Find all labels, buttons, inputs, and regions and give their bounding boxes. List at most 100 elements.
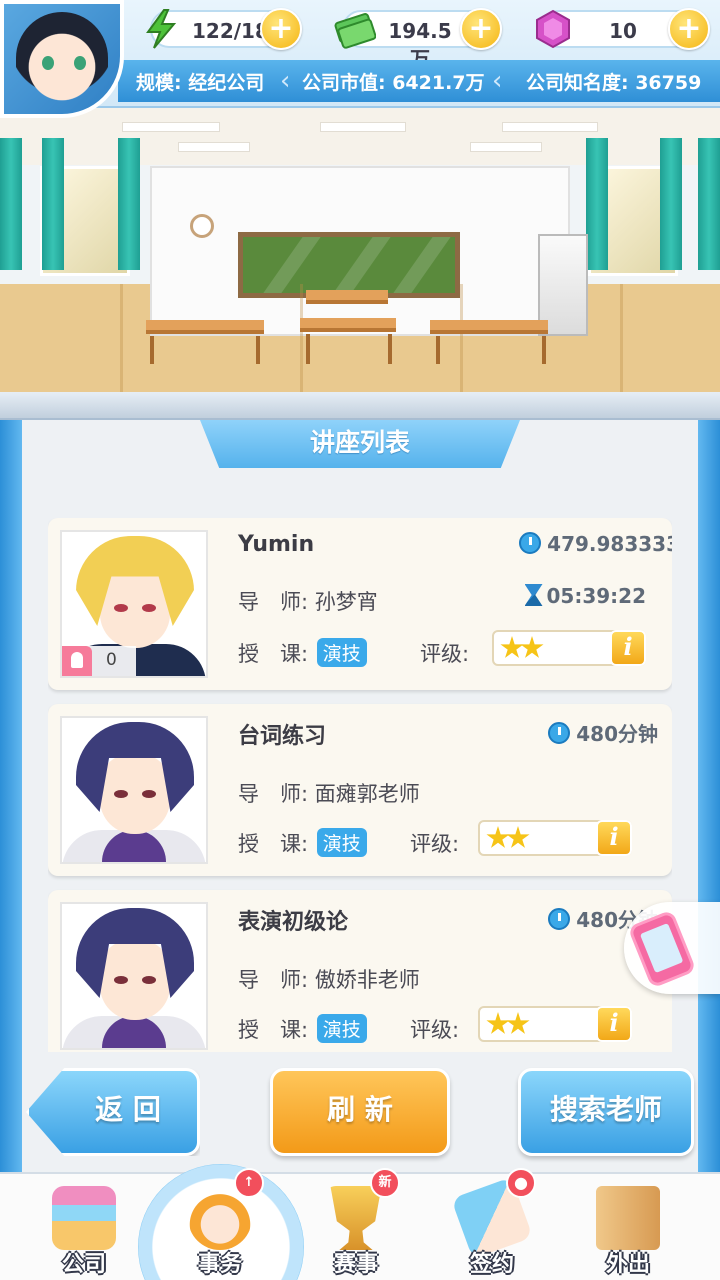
floor-line [460,284,463,392]
lecture-name: 台词练习 [238,724,327,749]
subject-tag: 演技 [316,638,367,667]
stamina-icon [146,9,177,49]
company-building-icon [52,1186,116,1250]
portrait-eye [142,604,156,612]
nav-label: 事务 [197,1252,242,1277]
star-icon [520,636,544,658]
info-button[interactable]: i [596,1006,632,1042]
avatar-face [16,12,108,112]
refresh-button[interactable]: 刷 新 [270,1068,450,1156]
teacher-name: 孙梦宵 [314,590,378,614]
duration-text: 480分钟 [576,722,658,746]
rating-label: 评级: [410,832,460,856]
teacher-row: 导 师: 傲娇非老师 [238,964,420,994]
star-icon [486,826,510,848]
money-icon [334,13,376,49]
teacher-portrait [60,716,208,864]
add-stamina-button[interactable]: + [260,8,302,50]
student-desk [300,318,396,332]
stat-divider: ‹ [280,66,291,96]
curtain [698,138,720,270]
company-fame: 公司知名度: 36759 [526,72,702,94]
lecture-card[interactable]: 表演初级论 480分钟 导 师: 傲娇非老师 授 课: 演技 评级: i [48,890,672,1052]
panel-side [0,420,22,1172]
avatar-eye [42,56,54,70]
subject-row: 授 课: 演技 [238,828,367,858]
like-counter: 0 [62,646,136,676]
nav-contract[interactable]: ● 签约 [432,1168,552,1280]
floor-line [300,284,303,392]
info-button[interactable]: i [596,820,632,856]
duration-text: 479.983333 [547,532,672,556]
gem-icon [536,9,570,49]
like-count: 0 [106,650,117,670]
gem-value: 10 [609,19,637,43]
add-gem-button[interactable]: + [668,8,710,50]
lecture-card[interactable]: 0 Yumin 479.983333 05:39:22 导 师: 孙梦宵 授 课… [48,518,672,690]
money-resource: 194.5万 + [334,8,502,71]
add-money-button[interactable]: + [460,8,502,50]
ceiling-light [122,122,220,132]
ceiling-light [470,142,542,152]
teacher-label: 导 师: [238,968,309,992]
portrait-eye [142,976,156,984]
phone-icon [627,909,697,989]
gem-resource: 10 + [536,8,710,50]
user-icon [62,646,92,676]
nav-label: 外出 [605,1252,650,1277]
stat-divider: ‹ [492,66,503,96]
wall-clock [190,214,214,238]
teacher-row: 导 师: 孙梦宵 [238,586,378,616]
ceiling-light [320,122,406,132]
rating-bar: i [478,1006,632,1042]
subject-tag: 演技 [316,1014,367,1043]
portrait-eye [142,790,156,798]
nav-label: 签约 [469,1252,514,1277]
rating-label: 评级: [410,1018,460,1042]
alarm-clock-icon [548,908,571,930]
subject-tag: 演技 [316,828,367,857]
alarm-clock-icon [548,722,571,744]
info-button[interactable]: i [610,630,646,666]
rating-bar: i [478,820,632,856]
teacher-name: 傲娇非老师 [314,968,420,992]
subject-label: 授 课: [238,1018,309,1042]
nav-outing[interactable]: 外出 [568,1174,688,1280]
curtain [0,138,22,270]
curtain [42,138,64,270]
teacher-desk [306,290,388,304]
search-teacher-button[interactable]: 搜索老师 [518,1068,694,1156]
desk-leg [150,336,154,364]
lecture-list[interactable]: 0 Yumin 479.983333 05:39:22 导 师: 孙梦宵 授 课… [48,518,672,1052]
door-exit-icon [596,1186,660,1250]
company-stats-bar: 规模: 经纪公司 ‹ 公司市值: 6421.7万 ‹ 公司知名度: 36759 [118,60,720,102]
nav-affairs[interactable]: ↑ 事务 [160,1168,280,1280]
teacher-name: 面瘫郭老师 [314,782,420,806]
subject-row: 授 课: 演技 [238,1014,367,1044]
lecture-card[interactable]: 台词练习 480分钟 导 师: 面瘫郭老师 授 课: 演技 评级: i [48,704,672,876]
bottom-nav: 公司 ↑ 事务 新 赛事 ● 签约 外出 [0,1164,720,1280]
desk-leg [436,336,440,364]
portrait-eye [114,790,128,798]
phone-shortcut-button[interactable] [624,902,720,994]
subject-row: 授 课: 演技 [238,638,367,668]
desk-leg [306,334,310,364]
lecture-duration: 479.983333 [519,532,672,556]
nav-events[interactable]: 新 赛事 [296,1168,416,1280]
star-icon [486,1012,510,1034]
avatar-eye [74,56,86,70]
stamina-resource: 122/180 + [146,8,302,50]
panel-title: 讲座列表 [309,428,410,457]
curtain [586,138,608,270]
ceiling-light [178,142,250,152]
star-icon [506,1012,530,1034]
alarm-clock-icon [519,532,542,554]
upgrade-arrow-icon: ↑ [234,1168,264,1198]
lecture-name: 表演初级论 [238,910,349,935]
person-alert-icon: ● [506,1168,536,1198]
teacher-row: 导 师: 面瘫郭老师 [238,778,420,808]
hourglass-icon [524,584,543,606]
panel-title-tab: 讲座列表 [200,420,520,468]
countdown-text: 05:39:22 [546,584,647,608]
nav-company[interactable]: 公司 [24,1174,144,1280]
